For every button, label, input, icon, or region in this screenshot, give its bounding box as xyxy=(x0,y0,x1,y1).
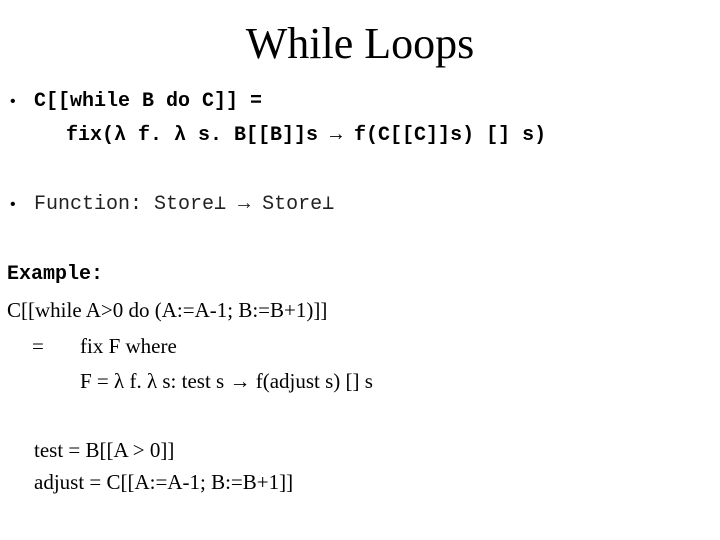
fix-definition-line: fix(λ f. λ s. B[[B]]s → f(C[[C]]s) [] s) xyxy=(66,124,547,147)
fix-where-line: fix F where xyxy=(80,334,177,358)
slide-title: While Loops xyxy=(245,19,475,68)
example-heading: Example: xyxy=(7,263,104,286)
equals-sign: = xyxy=(32,334,44,358)
function-type-line: Function: Store⊥ → Store⊥ xyxy=(34,193,335,216)
test-definition-line: test = B[[A > 0]] xyxy=(34,438,175,462)
example-command-line: C[[while A>0 do (A:=A-1; B:=B+1)]] xyxy=(7,298,328,322)
adjust-definition-line: adjust = C[[A:=A-1; B:=B+1]] xyxy=(34,470,294,494)
while-equation-line: C[[while B do C]] = xyxy=(34,90,263,113)
bullet-marker: • xyxy=(10,196,16,213)
bullet-marker: • xyxy=(10,93,16,110)
f-definition-line: F = λ f. λ s: test s → f(adjust s) [] s xyxy=(80,369,373,393)
